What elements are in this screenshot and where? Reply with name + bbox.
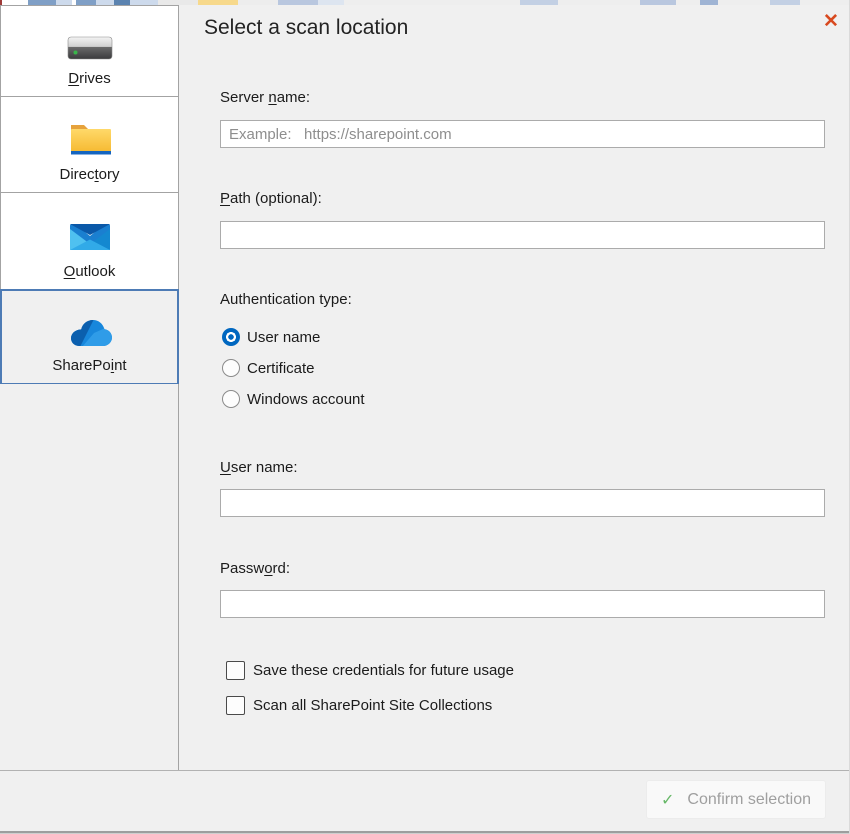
sidebar-item-drives[interactable]: Drives — [0, 5, 179, 97]
password-input[interactable] — [220, 590, 825, 618]
cloud-icon — [68, 313, 112, 353]
confirm-selection-button[interactable]: ✓ Confirm selection — [646, 780, 826, 819]
password-label: Password: — [220, 560, 290, 577]
radio-row-windows-account[interactable]: Windows account — [222, 390, 365, 408]
scan-location-dialog: Drives Directory — [0, 0, 850, 834]
radio-row-certificate[interactable]: Certificate — [222, 359, 315, 377]
path-label: Path (optional): — [220, 190, 322, 207]
check-icon: ✓ — [661, 790, 674, 810]
envelope-icon — [68, 215, 112, 255]
sidebar-item-label: SharePoint — [52, 357, 126, 374]
sidebar-item-sharepoint[interactable]: SharePoint — [0, 289, 179, 385]
close-icon[interactable]: ✕ — [818, 8, 844, 34]
sidebar-item-label: Outlook — [64, 263, 116, 280]
checkbox-scan-all-sites[interactable] — [226, 696, 245, 715]
radio-label: Certificate — [247, 360, 315, 377]
drive-icon — [67, 28, 113, 68]
folder-icon — [69, 119, 111, 159]
radio-user-name[interactable] — [222, 328, 240, 346]
radio-label: User name — [247, 329, 320, 346]
checkbox-row-scan-all-sites[interactable]: Scan all SharePoint Site Collections — [226, 696, 492, 715]
sidebar-item-label: Directory — [59, 166, 119, 183]
checkbox-label: Scan all SharePoint Site Collections — [253, 697, 492, 714]
sidebar-item-outlook[interactable]: Outlook — [0, 192, 179, 290]
checkbox-save-credentials[interactable] — [226, 661, 245, 680]
radio-label: Windows account — [247, 391, 365, 408]
server-name-input[interactable] — [220, 120, 825, 148]
checkbox-row-save-credentials[interactable]: Save these credentials for future usage — [226, 661, 514, 680]
radio-row-user-name[interactable]: User name — [222, 328, 320, 346]
path-input[interactable] — [220, 221, 825, 249]
radio-certificate[interactable] — [222, 359, 240, 377]
user-name-input[interactable] — [220, 489, 825, 517]
checkbox-label: Save these credentials for future usage — [253, 662, 514, 679]
authentication-type-label: Authentication type: — [220, 291, 352, 308]
sidebar-item-label: Drives — [68, 70, 111, 87]
confirm-selection-label: Confirm selection — [687, 791, 811, 809]
sidebar-item-directory[interactable]: Directory — [0, 96, 179, 193]
sidebar-empty-area — [0, 384, 179, 770]
radio-windows-account[interactable] — [222, 390, 240, 408]
user-name-label: User name: — [220, 459, 298, 476]
server-name-label: Server name: — [220, 89, 310, 106]
footer-bar: ✓ Confirm selection — [0, 770, 850, 831]
page-title: Select a scan location — [204, 16, 408, 40]
